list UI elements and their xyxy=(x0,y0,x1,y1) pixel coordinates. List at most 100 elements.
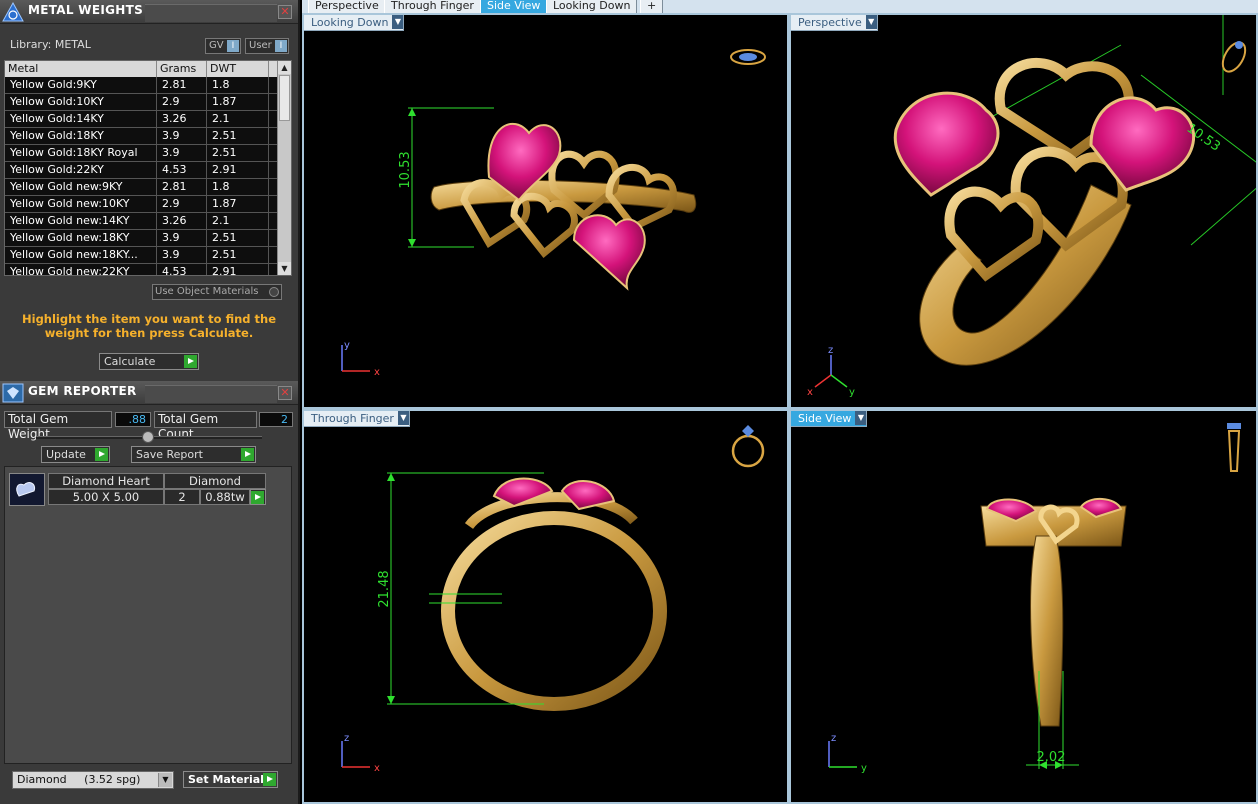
viewport-looking-down[interactable]: 10.53 y x Looking Down ▼ xyxy=(302,13,789,409)
gv-toggle[interactable]: GV I xyxy=(205,38,241,54)
axis-label-v: y xyxy=(344,340,350,351)
table-cell-metal: Yellow Gold new:14KY xyxy=(5,213,157,229)
table-cell-metal: Yellow Gold new:18KY... xyxy=(5,247,157,263)
table-row[interactable]: Yellow Gold:14KY 3.26 2.1 xyxy=(5,111,291,128)
metal-table-header: Metal Grams DWT xyxy=(5,61,291,77)
save-report-button[interactable]: Save Report xyxy=(131,446,256,463)
table-row[interactable]: Yellow Gold new:9KY 2.81 1.8 xyxy=(5,179,291,196)
dropdown-arrow-icon[interactable]: ▼ xyxy=(392,15,404,29)
play-arrow-icon xyxy=(251,491,264,504)
gem-thumbnail[interactable] xyxy=(9,473,45,506)
table-cell-metal: Yellow Gold new:10KY xyxy=(5,196,157,212)
scroll-up-icon[interactable]: ▲ xyxy=(278,61,291,74)
add-tab-button[interactable]: + xyxy=(640,0,664,13)
axis-label-h: y xyxy=(861,763,867,774)
play-arrow-icon xyxy=(263,773,276,786)
table-row[interactable]: Yellow Gold:18KY Royal 3.9 2.51 xyxy=(5,145,291,162)
table-row[interactable]: Yellow Gold:10KY 2.9 1.87 xyxy=(5,94,291,111)
library-label: Library: METAL xyxy=(10,38,91,51)
toggle-indicator-icon: I xyxy=(227,40,239,52)
side-view-ring-render: 2.02 z y xyxy=(828,423,1241,774)
radio-icon[interactable] xyxy=(269,287,279,297)
material-select-value: Diamond (3.52 spg) xyxy=(17,773,141,786)
table-cell-metal: Yellow Gold new:9KY xyxy=(5,179,157,195)
table-cell-dwt: 2.51 xyxy=(207,128,269,144)
table-row[interactable]: Yellow Gold:22KY 4.53 2.91 xyxy=(5,162,291,179)
table-row[interactable]: Yellow Gold new:18KY... 3.9 2.51 xyxy=(5,247,291,264)
viewport-label-text: Looking Down xyxy=(311,16,389,29)
metal-table-scrollbar[interactable]: ▲ ▼ xyxy=(277,61,291,275)
table-cell-grams: 3.26 xyxy=(157,111,207,127)
tab-through-finger[interactable]: Through Finger xyxy=(384,0,481,13)
dimension-label: 10.53 xyxy=(398,151,413,188)
gem-weight-cell: 0.88tw xyxy=(200,489,250,505)
slider-knob[interactable] xyxy=(142,431,154,443)
tab-side-view[interactable]: Side View xyxy=(480,0,548,13)
gem-name-cell: Diamond Heart xyxy=(48,473,164,489)
tab-perspective[interactable]: Perspective xyxy=(308,0,386,13)
viewport-perspective[interactable]: 10.53 z x y Perspective ▼ xyxy=(789,13,1258,409)
dimension-label: 21.48 xyxy=(377,570,392,607)
table-row[interactable]: Yellow Gold new:18KY 3.9 2.51 xyxy=(5,230,291,247)
column-header-dwt[interactable]: DWT xyxy=(207,61,269,77)
table-row[interactable]: Yellow Gold new:22KY 4.53 2.91 xyxy=(5,264,291,275)
viewport-label-through-finger[interactable]: Through Finger ▼ xyxy=(304,411,410,427)
axis-label-v: z xyxy=(344,733,349,744)
close-icon[interactable]: ✕ xyxy=(278,5,292,19)
ruby-heart-gem xyxy=(1089,96,1196,192)
table-cell-dwt: 2.51 xyxy=(207,145,269,161)
ring-orientation-icon[interactable] xyxy=(730,49,766,65)
set-material-button[interactable]: Set Material xyxy=(183,771,278,788)
dropdown-arrow-icon[interactable]: ▼ xyxy=(397,411,409,425)
table-cell-dwt: 1.8 xyxy=(207,77,269,93)
dimension-label: 2.02 xyxy=(1037,750,1066,765)
table-cell-dwt: 2.91 xyxy=(207,264,269,275)
close-icon[interactable]: ✕ xyxy=(278,386,292,400)
table-cell-metal: Yellow Gold:14KY xyxy=(5,111,157,127)
viewport-label-side-view[interactable]: Side View ▼ xyxy=(791,411,868,427)
viewport-through-finger[interactable]: 21.48 z x Through Finger ▼ xyxy=(302,409,789,804)
ring-orientation-icon[interactable] xyxy=(1227,423,1241,472)
play-arrow-icon xyxy=(241,448,254,461)
viewport-label-looking-down[interactable]: Looking Down ▼ xyxy=(304,15,405,31)
dropdown-arrow-icon[interactable]: ▼ xyxy=(855,411,867,425)
table-cell-grams: 3.9 xyxy=(157,230,207,246)
dropdown-arrow-icon[interactable]: ▼ xyxy=(158,773,172,787)
table-row[interactable]: Yellow Gold:9KY 2.81 1.8 xyxy=(5,77,291,94)
gem-slider[interactable] xyxy=(36,431,262,443)
update-button[interactable]: Update xyxy=(41,446,110,463)
total-gem-count-value: 2 xyxy=(259,412,293,427)
tab-looking-down[interactable]: Looking Down xyxy=(546,0,638,13)
gem-reporter-title: GEM REPORTER xyxy=(28,384,137,398)
ring-orientation-icon[interactable] xyxy=(731,425,765,468)
left-panel: METAL WEIGHTS ✕ Library: METAL GV I User… xyxy=(0,0,300,804)
column-header-grams[interactable]: Grams xyxy=(157,61,207,77)
axis-gizmo-icon: z x xyxy=(341,733,380,774)
table-row[interactable]: Yellow Gold:18KY 3.9 2.51 xyxy=(5,128,291,145)
use-object-materials-label: Use Object Materials xyxy=(155,286,259,297)
gem-qty-cell: 2 xyxy=(164,489,200,505)
gem-size-cell: 5.00 X 5.00 xyxy=(48,489,164,505)
user-toggle[interactable]: User I xyxy=(245,38,289,54)
axis-gizmo-icon: y x xyxy=(341,340,380,378)
calculate-button[interactable]: Calculate xyxy=(99,353,199,370)
total-gem-weight-value: .88 xyxy=(115,412,151,427)
scroll-down-icon[interactable]: ▼ xyxy=(278,262,291,275)
use-object-materials-toggle[interactable]: Use Object Materials xyxy=(152,284,282,300)
viewport-side-view[interactable]: 2.02 z y Side View ▼ xyxy=(789,409,1258,804)
column-header-metal[interactable]: Metal xyxy=(5,61,157,77)
table-cell-grams: 2.81 xyxy=(157,77,207,93)
table-cell-dwt: 2.1 xyxy=(207,213,269,229)
scroll-thumb[interactable] xyxy=(279,75,290,121)
dropdown-arrow-icon[interactable]: ▼ xyxy=(865,15,877,29)
table-row[interactable]: Yellow Gold new:14KY 3.26 2.1 xyxy=(5,213,291,230)
material-select[interactable]: Diamond (3.52 spg) ▼ xyxy=(12,771,174,789)
gem-material-cell: Diamond xyxy=(164,473,266,489)
viewport-label-perspective[interactable]: Perspective ▼ xyxy=(791,15,878,31)
table-cell-grams: 2.9 xyxy=(157,94,207,110)
table-row[interactable]: Yellow Gold new:10KY 2.9 1.87 xyxy=(5,196,291,213)
axis-label-h: x xyxy=(374,763,380,774)
gem-row-go-button[interactable] xyxy=(250,489,266,505)
table-cell-grams: 3.26 xyxy=(157,213,207,229)
table-cell-dwt: 2.51 xyxy=(207,230,269,246)
